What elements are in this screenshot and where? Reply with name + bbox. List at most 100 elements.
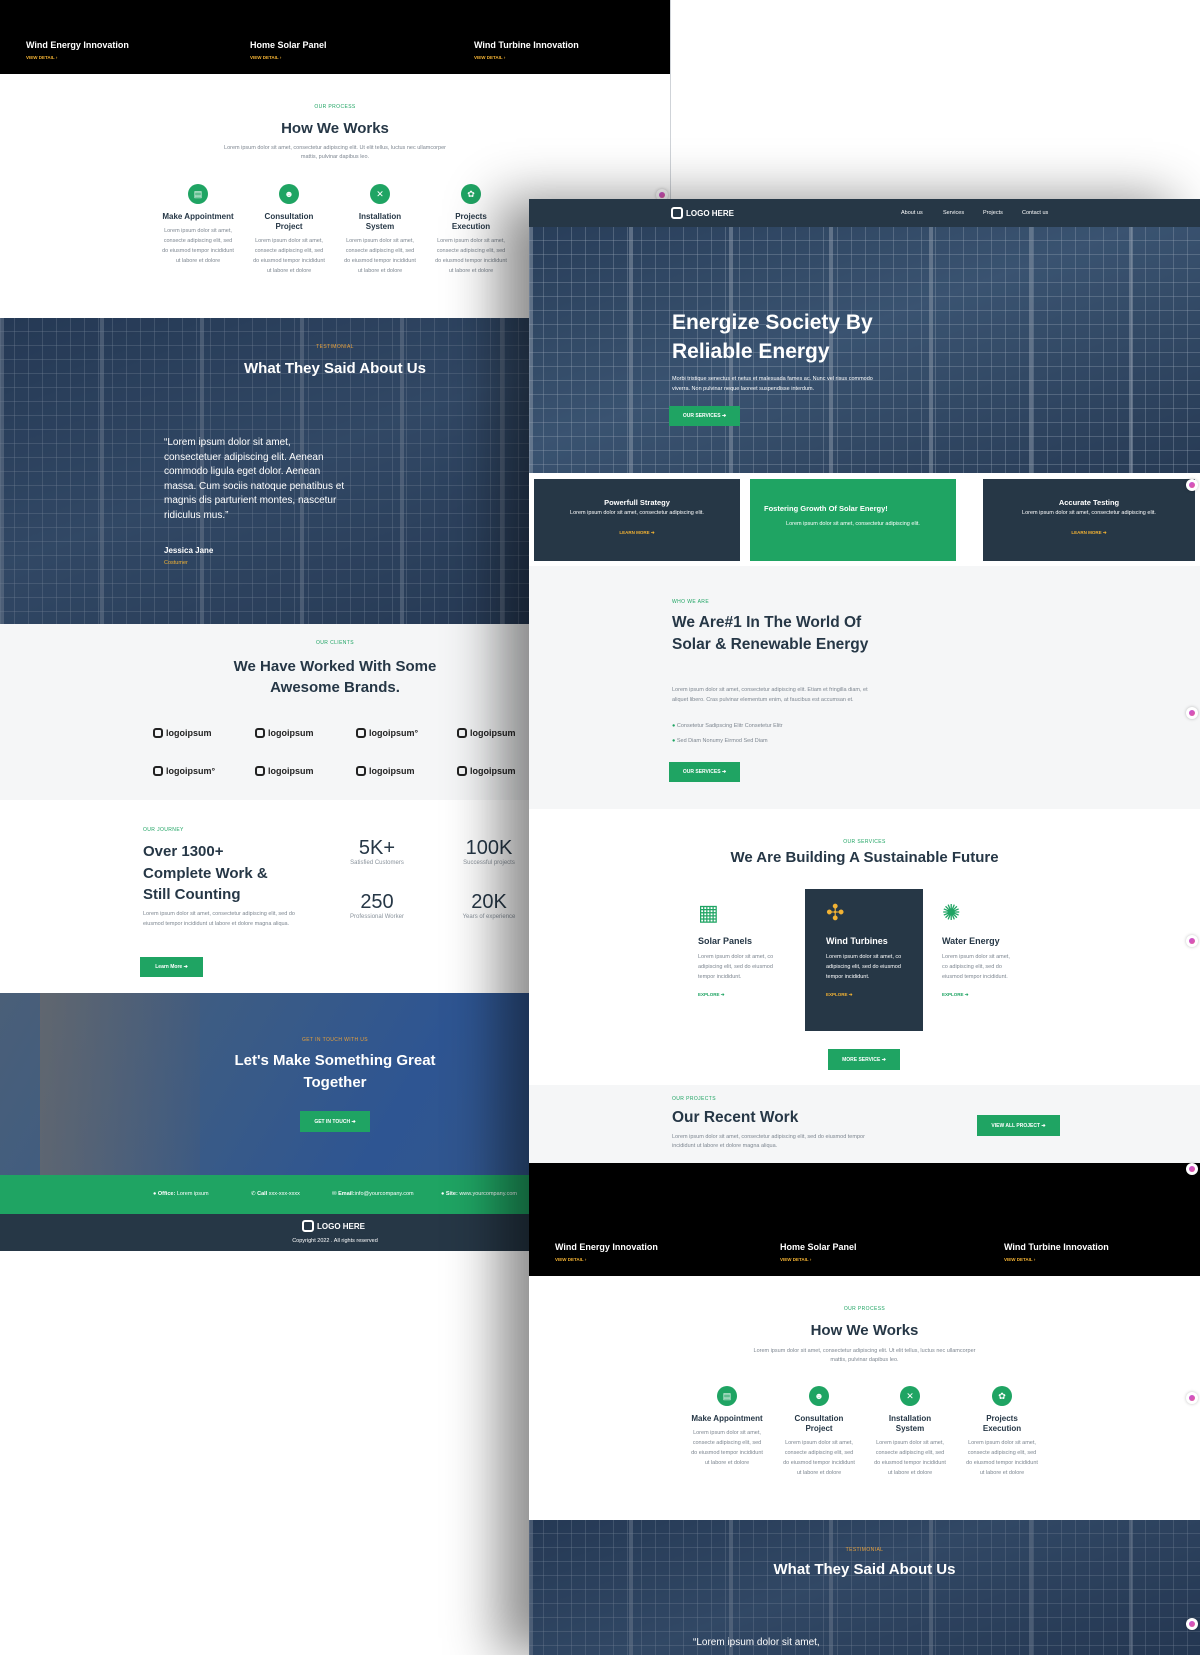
step-desc: Lorem ipsum dolor sit amet, consecte adi… [874,1440,946,1476]
nav-link-services[interactable]: Services [943,210,964,216]
section-title: Our Recent Work [672,1109,799,1126]
nav-link-contact[interactable]: Contact us [1022,210,1048,216]
nav-link-about[interactable]: About us [901,210,923,216]
phone-icon: ✆ [251,1191,256,1197]
section-eyebrow: TESTIMONIAL [845,1547,884,1553]
testimonial-quote: “Lorem ipsum dolor sit amet, consectetue… [164,437,345,521]
step-title: Installation System [888,1414,932,1433]
explore-link[interactable]: EXPLORE ➔ [698,992,783,998]
feature-title: Fostering Growth Of Solar Energy! [764,504,888,513]
brand-mark-icon [153,766,163,776]
services-section: OUR SERVICES We Are Building A Sustainab… [529,809,1200,1085]
step-title: Consultation Project [794,1414,844,1433]
our-services-button[interactable]: OUR SERVICES ➔ [669,406,740,426]
section-desc: Lorem ipsum dolor sit amet, consectetur … [672,687,868,703]
logo-icon [671,207,683,219]
tools-icon: ✕ [370,184,390,204]
stat-value: 5K+ [358,837,396,859]
floating-badge-icon[interactable] [1186,1618,1198,1630]
floating-badge-icon[interactable] [1186,935,1198,947]
testimonial-role: Costumer [164,560,188,566]
office-info: ● Office: Lorem ipsum [153,1191,209,1197]
feature-desc: Lorem ipsum dolor sit amet, consectetur … [570,510,704,516]
check-item: ● Sed Diam Nonumy Eirmod Sed Diam [672,738,768,744]
brand-mark-icon [457,728,467,738]
project-card[interactable]: Wind Energy Innovation VIEW DETAIL › [26,40,129,60]
section-eyebrow: OUR SERVICES [843,839,886,845]
about-section: WHO WE ARE We Are#1 In The World Of Sola… [529,566,1200,809]
project-card[interactable]: Wind Energy Innovation VIEW DETAIL › [555,1242,658,1262]
process-step: ✕ Installation System Lorem ipsum dolor … [344,184,416,276]
learn-more-link[interactable]: LEARN MORE ➔ [534,530,740,536]
client-logo: logoipsum [356,766,415,776]
logo-icon [302,1220,314,1232]
step-title: Make Appointment [162,212,234,221]
feature-card[interactable]: Accurate Testing Lorem ipsum dolor sit a… [983,479,1195,561]
service-desc: Lorem ipsum dolor sit amet, co adipiscin… [698,954,774,980]
nav-link-projects[interactable]: Projects [983,210,1003,216]
section-title: Let's Make Something Great Together [234,1052,436,1091]
view-detail-link[interactable]: VIEW DETAIL › [250,55,327,60]
floating-badge-icon[interactable] [1186,1392,1198,1404]
service-item[interactable]: ✣ Wind Turbines Lorem ipsum dolor sit am… [826,900,911,998]
process-step: ▤ Make Appointment Lorem ipsum dolor sit… [162,184,234,266]
footer-logo[interactable]: LOGO HERE [302,1220,365,1232]
explore-link[interactable]: EXPLORE ➔ [942,992,1017,998]
client-logo: logoipsum° [356,728,418,738]
section-title: We Are#1 In The World Of Solar & Renewab… [672,614,869,653]
feature-card[interactable]: Powerfull Strategy Lorem ipsum dolor sit… [534,479,740,561]
site-logo[interactable]: LOGO HERE [671,207,734,219]
brand-mark-icon [457,766,467,776]
section-eyebrow: OUR JOURNEY [143,827,184,833]
project-title: Wind Turbine Innovation [1004,1242,1109,1252]
section-desc: Lorem ipsum dolor sit amet, consectetur … [672,1134,865,1149]
floating-badge-icon[interactable] [1186,707,1198,719]
project-card[interactable]: Home Solar Panel VIEW DETAIL › [250,40,327,60]
stat-item: 100K Successful projects [444,837,534,866]
check-item: ● Consetetur Sadipscing Elitr Consetetur… [672,723,783,729]
navbar: LOGO HERE About us Services Projects Con… [529,199,1200,227]
project-card[interactable]: Wind Turbine Innovation VIEW DETAIL › [474,40,579,60]
floating-badge-icon[interactable] [1186,479,1198,491]
stat-value: 20K [471,891,507,913]
service-item[interactable]: ▦ Solar Panels Lorem ipsum dolor sit ame… [698,900,783,998]
mail-icon: ✉ [332,1191,337,1197]
stat-label: Satisfied Customers [350,860,404,866]
learn-more-link[interactable]: LEARN MORE ➔ [983,530,1195,536]
hand-plant-icon: ✿ [992,1386,1012,1406]
users-icon: ☻ [279,184,299,204]
process-step: ✿ Projects Execution Lorem ipsum dolor s… [966,1386,1038,1478]
feature-card-highlight[interactable]: Fostering Growth Of Solar Energy! Lorem … [750,479,956,561]
step-desc: Lorem ipsum dolor sit amet, consecte adi… [162,228,234,264]
explore-link[interactable]: EXPLORE ➔ [826,992,911,998]
client-logo: logoipsum [255,766,314,776]
view-detail-link[interactable]: VIEW DETAIL › [555,1257,658,1262]
step-title: Make Appointment [691,1414,763,1423]
project-card[interactable]: Home Solar Panel VIEW DETAIL › [780,1242,857,1262]
client-logo: logoipsum [457,728,516,738]
section-title: We Are Building A Sustainable Future [730,849,999,866]
service-item[interactable]: ✺ Water Energy Lorem ipsum dolor sit ame… [942,900,1017,998]
email-info: ✉ Email:info@yourcompany.com [332,1191,414,1197]
check-circle-icon: ● [672,723,676,729]
view-detail-link[interactable]: VIEW DETAIL › [474,55,579,60]
section-desc: Lorem ipsum dolor sit amet, consectetur … [143,911,295,927]
more-service-button[interactable]: MORE SERVICE ➔ [828,1049,900,1070]
view-detail-link[interactable]: VIEW DETAIL › [780,1257,857,1262]
step-desc: Lorem ipsum dolor sit amet, consecte adi… [344,238,416,274]
worker-photo [40,993,200,1175]
learn-more-button[interactable]: Learn More ➔ [140,957,203,977]
view-detail-link[interactable]: VIEW DETAIL › [26,55,129,60]
our-services-button[interactable]: OUR SERVICES ➔ [669,762,740,782]
floating-badge-icon[interactable] [1186,1163,1198,1175]
client-logo: logoipsum° [153,766,215,776]
section-desc: Lorem ipsum dolor sit amet, consectetur … [224,145,446,160]
divider [670,0,671,200]
process-step: ✿ Projects Execution Lorem ipsum dolor s… [435,184,507,276]
view-all-project-button[interactable]: VIEW ALL PROJECT ➔ [977,1115,1060,1136]
project-card[interactable]: Wind Turbine Innovation VIEW DETAIL › [1004,1242,1109,1262]
get-in-touch-button[interactable]: GET IN TOUCH ➔ [300,1111,370,1132]
energy-bolt-icon: ✺ [942,900,961,925]
view-detail-link[interactable]: VIEW DETAIL › [1004,1257,1109,1262]
projects-strip: Wind Energy Innovation VIEW DETAIL › Hom… [529,1163,1200,1276]
